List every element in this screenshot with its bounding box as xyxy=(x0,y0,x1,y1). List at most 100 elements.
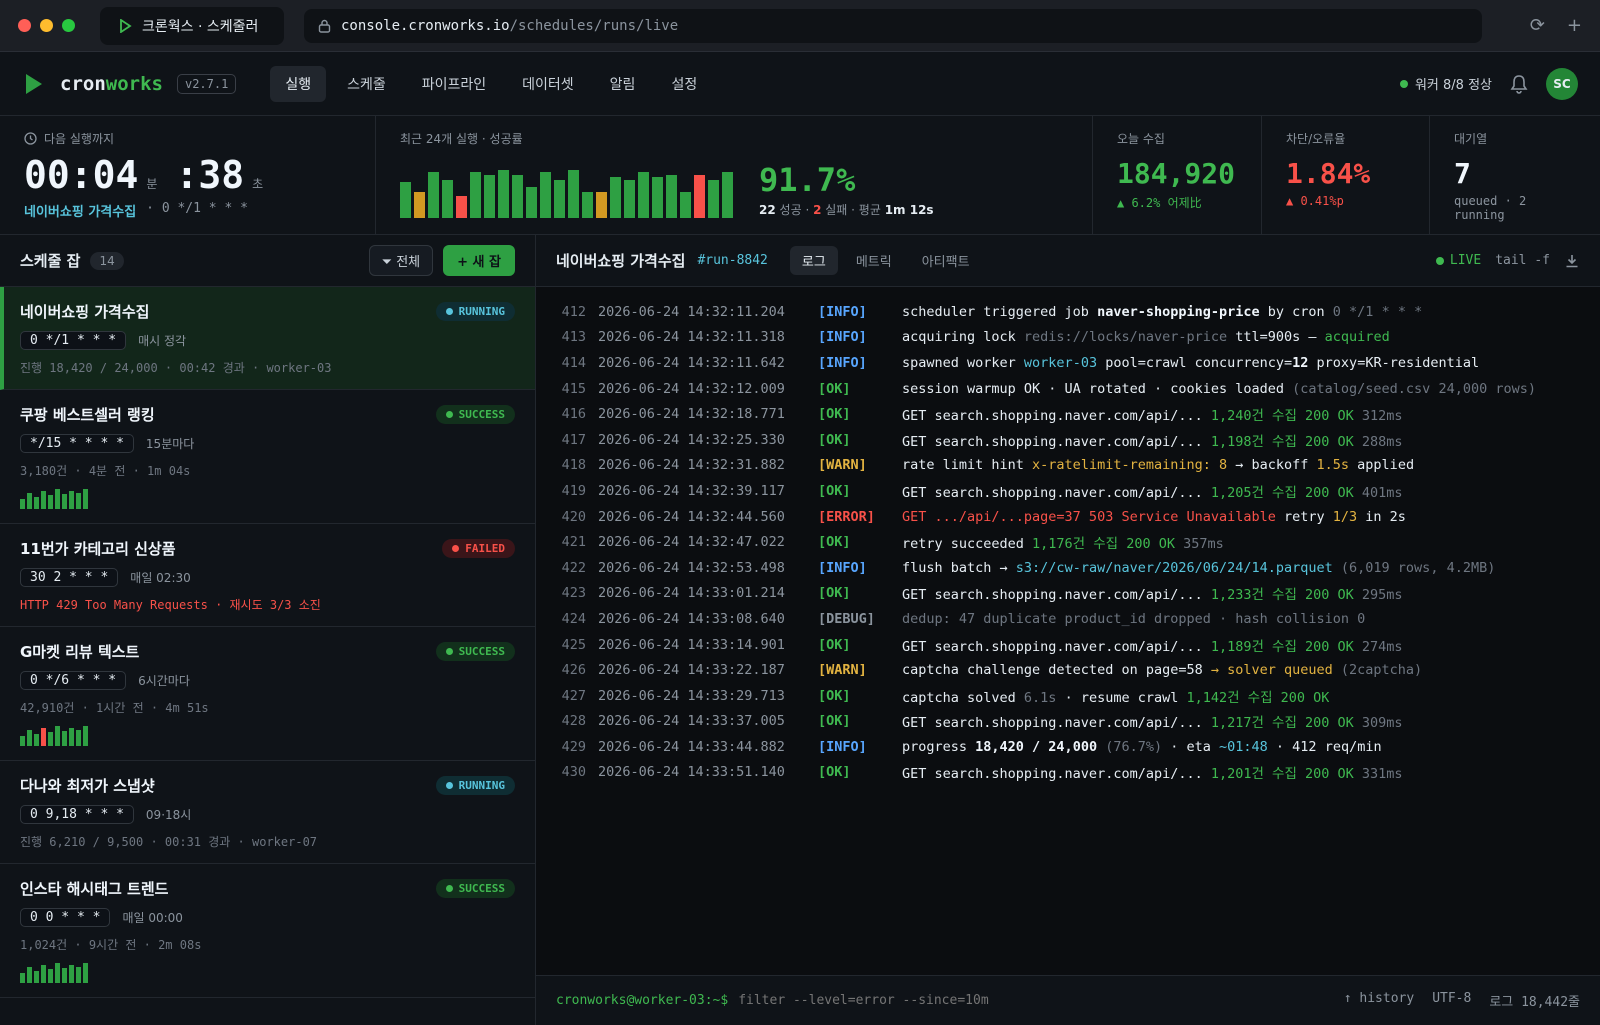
log-panel: 네이버쇼핑 가격수집 #run-8842 로그 메트릭 아티팩트 LIVE tail… xyxy=(536,235,1600,1025)
nav-item[interactable]: 파이프라인 xyxy=(407,66,501,102)
log-level: [OK] xyxy=(818,764,851,781)
run-bar-ok xyxy=(722,172,733,218)
log-line: 427 2026-06-24 14:33:29.713 [OK] captcha so… xyxy=(536,683,1600,709)
nav-item[interactable]: 설정 xyxy=(656,66,712,102)
job-card-header: G마켓 리뷰 텍스트 SUCCESS xyxy=(20,641,515,662)
today-value: 184,920 xyxy=(1117,157,1236,190)
job-meta: 42,910건 · 1시간 전 · 4m 51s xyxy=(20,701,209,715)
job-card[interactable]: 쿠팡 베스트셀러 랭킹 SUCCESS */15 * * * * 15분마다 3,180… xyxy=(0,390,535,524)
log-level: [OK] xyxy=(818,585,851,602)
log-message-part: (2captcha) xyxy=(1332,662,1423,679)
log-message-part: 1,217건 수집 200 OK xyxy=(1210,715,1354,732)
browser-tab[interactable]: 크론웍스 · 스케줄러 xyxy=(100,6,284,45)
log-message: captcha solved 6.1s · resume crawl 1,142… xyxy=(902,686,1329,706)
job-card[interactable]: G마켓 리뷰 텍스트 SUCCESS 0 */6 * * * 6시간마다 42,910건… xyxy=(0,627,535,761)
log-message: GET search.shopping.naver.com/api/... 1,… xyxy=(902,762,1403,782)
new-tab-icon[interactable]: + xyxy=(1567,15,1582,36)
log-level: [INFO] xyxy=(818,303,867,320)
tail-toggle[interactable]: tail -f xyxy=(1495,253,1550,268)
nav-item[interactable]: 스케줄 xyxy=(332,66,401,102)
console-prompt: cronworks@worker-03:~$ xyxy=(556,993,729,1008)
new-job-button[interactable]: + 새 잡 xyxy=(443,245,515,276)
log-message-part: acquired xyxy=(1324,329,1390,346)
log-tabs: 로그 메트릭 아티팩트 xyxy=(789,246,982,275)
run-bar-ok xyxy=(512,174,523,218)
block-value: 1.84% xyxy=(1286,157,1371,190)
log-level: [WARN] xyxy=(818,662,867,679)
close-window-button[interactable] xyxy=(18,19,31,32)
next-job-name[interactable]: 네이버쇼핑 가격수집 xyxy=(24,201,136,220)
nav-item[interactable]: 데이터셋 xyxy=(507,66,589,102)
log-message-part: GET search.shopping.naver.com/api/... xyxy=(902,587,1211,604)
job-card[interactable]: 11번가 카테고리 신상품 FAILED 30 2 * * * 매일 02:30 HTT… xyxy=(0,524,535,627)
fail-word: 실패 · 평균 xyxy=(825,203,881,217)
job-schedule: 0 0 * * * 매일 00:00 xyxy=(20,908,515,927)
minimize-window-button[interactable] xyxy=(40,19,53,32)
browser-tab-title: 크론웍스 · 스케줄러 xyxy=(142,18,259,35)
address-bar[interactable]: console.cronworks.io/schedules/runs/live xyxy=(304,8,1482,43)
status-dot-icon xyxy=(445,308,453,315)
avatar[interactable]: SC xyxy=(1546,67,1578,100)
spark-bar-ok xyxy=(20,973,25,983)
nav-item[interactable]: 실행 xyxy=(270,65,327,102)
spark-bar-ok xyxy=(48,969,53,983)
status-badge: RUNNING xyxy=(435,776,515,795)
log-message-part: GET search.shopping.naver.com/api/... xyxy=(902,715,1211,732)
log-count: 로그 18,442줄 xyxy=(1489,995,1580,1010)
run-bar-ok xyxy=(400,182,411,218)
block-rate-card: 차단/오류율 1.84% ▲ 0.41%p xyxy=(1262,116,1430,234)
log-line: 419 2026-06-24 14:32:39.117 [OK] GET search… xyxy=(536,478,1600,504)
log-tab[interactable]: 메트릭 xyxy=(844,246,904,275)
download-icon[interactable] xyxy=(1564,253,1580,269)
log-line: 420 2026-06-24 14:32:44.560 [ERROR] GET ...… xyxy=(536,504,1600,530)
log-tab[interactable]: 로그 xyxy=(789,246,838,275)
log-message-part: in 2s xyxy=(1357,508,1406,525)
console-input[interactable] xyxy=(738,993,1279,1008)
jobs-panel: 스케줄 잡 14 ⏷ 전체 + 새 잡 네이버쇼핑 가격수집 RUNNING 0 *… xyxy=(0,235,536,1025)
job-list: 네이버쇼핑 가격수집 RUNNING 0 */1 * * * 매시 정각 진행 18,4… xyxy=(0,287,535,998)
job-card[interactable]: 인스타 해시태그 트렌드 SUCCESS 0 0 * * * 매일 00:00 1,02… xyxy=(0,864,535,998)
spark-bar-ok xyxy=(48,495,53,509)
history-button[interactable]: ↑ history xyxy=(1344,991,1414,1010)
brand-logo[interactable]: cronworks xyxy=(60,73,163,95)
job-card[interactable]: 네이버쇼핑 가격수집 RUNNING 0 */1 * * * 매시 정각 진행 18,4… xyxy=(0,287,535,390)
live-indicator[interactable]: LIVE xyxy=(1435,253,1481,268)
spark-bar-ok xyxy=(69,965,74,983)
job-card[interactable]: 다나와 최저가 스냅샷 RUNNING 0 9,18 * * * 09·18시 진행 6… xyxy=(0,761,535,864)
run-bar-ok xyxy=(624,179,635,218)
log-message-part: pool=crawl concurrency= xyxy=(1097,354,1293,371)
spark-bar-ok xyxy=(48,732,53,746)
maximize-window-button[interactable] xyxy=(62,19,75,32)
log-message-part: 12 xyxy=(1292,354,1309,371)
cron-expression: 0 0 * * * xyxy=(20,908,111,927)
worker-status[interactable]: 워커 8/8 정상 xyxy=(1399,74,1492,93)
log-panel-title: 네이버쇼핑 가격수집 xyxy=(556,252,686,270)
status-badge: SUCCESS xyxy=(435,642,515,661)
filter-button[interactable]: ⏷ 전체 xyxy=(368,245,434,276)
log-message: GET search.shopping.naver.com/api/... 1,… xyxy=(902,583,1403,603)
log-message-part: spawned worker xyxy=(902,354,1024,371)
log-timestamp: 2026-06-24 14:32:44.560 xyxy=(598,508,785,525)
log-message-part: progress xyxy=(902,738,976,755)
run-id[interactable]: #run-8842 xyxy=(697,253,767,268)
reload-icon[interactable]: ⟳ xyxy=(1530,15,1545,36)
filter-icon: ⏷ xyxy=(381,255,397,270)
countdown-min-unit: 분 xyxy=(146,177,158,191)
spark-bar-ok xyxy=(83,963,88,983)
log-message: GET search.shopping.naver.com/api/... 1,… xyxy=(902,430,1403,450)
log-line: 423 2026-06-24 14:33:01.214 [OK] GET search… xyxy=(536,581,1600,607)
nav-item[interactable]: 알림 xyxy=(595,66,651,102)
log-message-part: naver-shopping-price xyxy=(1097,303,1260,320)
spark-bar-ok xyxy=(62,968,67,983)
log-tab[interactable]: 아티팩트 xyxy=(910,246,982,275)
run-bar-ok xyxy=(638,172,649,218)
queue-sub: queued · 2 running xyxy=(1454,194,1527,222)
log-message-part: (catalog/seed.csv 24,000 rows) xyxy=(1292,380,1536,397)
log-level: [INFO] xyxy=(818,738,867,755)
cron-expression: 30 2 * * * xyxy=(20,568,119,587)
queue-card: 대기열 7 queued · 2 running xyxy=(1430,116,1600,234)
log-message: progress 18,420 / 24,000 (76.7%) · eta ~… xyxy=(902,739,1382,755)
job-meta: 1,024건 · 9시간 전 · 2m 08s xyxy=(20,938,202,952)
play-icon xyxy=(120,18,132,33)
bell-icon[interactable] xyxy=(1510,74,1528,94)
